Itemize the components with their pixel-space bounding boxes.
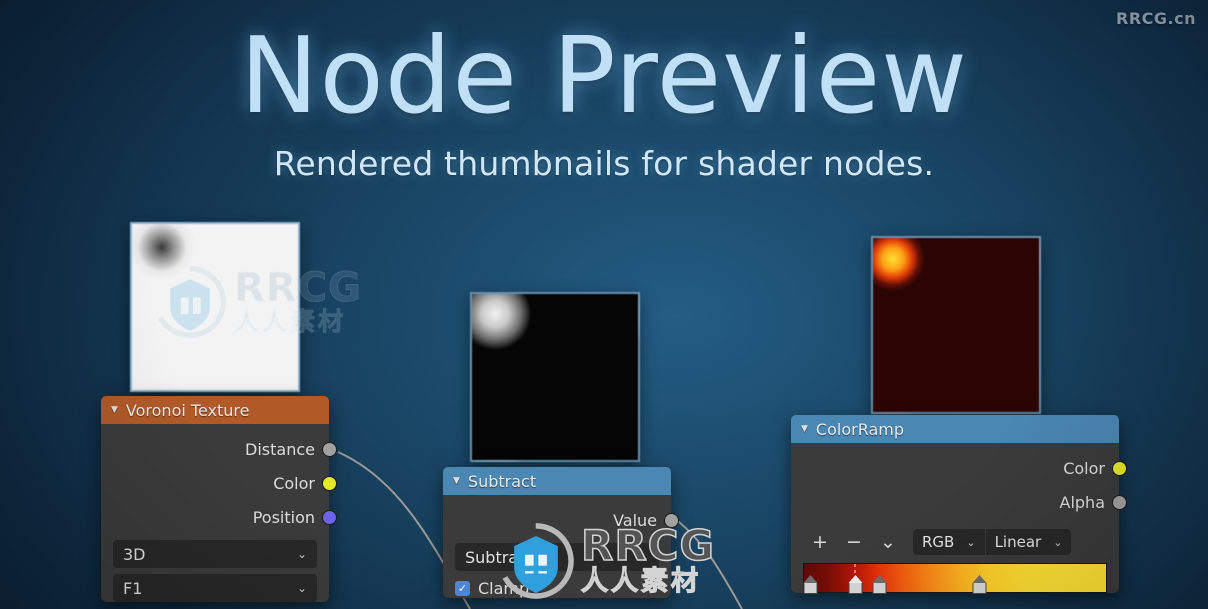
- output-row-position[interactable]: Position: [101, 500, 337, 534]
- colorramp-stop-handle[interactable]: [848, 575, 863, 594]
- output-label-distance: Distance: [245, 439, 315, 459]
- chevron-down-icon: ⌄: [296, 547, 307, 561]
- dropdown-operation-value: Subtract: [465, 547, 534, 567]
- colorramp-menu-button[interactable]: ⌄: [871, 529, 905, 555]
- socket-color-icon[interactable]: [322, 475, 337, 491]
- thumbnail-voronoi-texture: [130, 222, 300, 392]
- dropdown-feature-value: F1: [123, 578, 143, 598]
- output-label-position: Position: [252, 507, 315, 527]
- socket-alpha-icon[interactable]: [1112, 494, 1127, 510]
- chevron-down-icon: ⌄: [638, 550, 649, 564]
- thumbnail-subtract: [470, 292, 640, 462]
- node-header-voronoi[interactable]: ▼ Voronoi Texture: [101, 396, 329, 424]
- checkbox-clamp-icon[interactable]: ✓: [455, 581, 470, 596]
- node-title-colorramp: ColorRamp: [815, 419, 905, 439]
- output-label-value: Value: [613, 510, 657, 530]
- chevron-down-icon: ⌄: [296, 581, 307, 595]
- colorramp-stop-handle[interactable]: [803, 575, 818, 594]
- output-label-color: Color: [273, 473, 315, 493]
- watermark-corner: RRCG.cn: [1116, 9, 1196, 28]
- page-subtitle: Rendered thumbnails for shader nodes.: [273, 143, 935, 183]
- thumbnail-colorramp: [871, 236, 1041, 414]
- node-preview-promo-canvas: Node Preview Rendered thumbnails for sha…: [0, 0, 1208, 609]
- socket-position-icon[interactable]: [322, 509, 337, 525]
- dropdown-interpolation-value: Linear: [994, 533, 1042, 551]
- output-label-color: Color: [1063, 458, 1105, 478]
- dropdown-dimensions-value: 3D: [123, 544, 146, 564]
- node-body-subtract: Value Subtract ⌄ ✓ Clamp: [443, 495, 679, 598]
- output-row-color[interactable]: Color: [101, 466, 337, 500]
- triangle-down-icon[interactable]: ▼: [801, 424, 808, 434]
- output-label-alpha: Alpha: [1059, 492, 1106, 512]
- node-subtract[interactable]: ▼ Subtract Value Subtract ⌄ ✓ Clamp: [443, 467, 679, 598]
- triangle-down-icon[interactable]: ▼: [111, 405, 118, 415]
- output-row-distance[interactable]: Distance: [101, 432, 337, 466]
- dropdown-feature[interactable]: F1 ⌄: [113, 574, 317, 602]
- node-body-voronoi: Distance Color Position 3D ⌄ F1 ⌄: [101, 424, 337, 602]
- socket-value-icon[interactable]: [664, 512, 679, 528]
- link-value-to-colorramp: [677, 520, 743, 609]
- hero-title-block: Node Preview Rendered thumbnails for sha…: [0, 15, 1208, 183]
- dropdown-color-mode[interactable]: RGB ⌄: [913, 529, 985, 555]
- chevron-down-icon: ⌄: [1053, 535, 1063, 549]
- output-row-alpha[interactable]: Alpha: [791, 485, 1127, 519]
- node-title-subtract: Subtract: [467, 471, 537, 491]
- checkbox-clamp-label: Clamp: [478, 579, 530, 598]
- dropdown-dimensions[interactable]: 3D ⌄: [113, 540, 317, 568]
- page-title: Node Preview: [239, 15, 969, 137]
- node-header-subtract[interactable]: ▼ Subtract: [443, 467, 671, 495]
- dropdown-color-mode-value: RGB: [922, 533, 955, 551]
- colorramp-stop-handle[interactable]: [872, 575, 887, 594]
- checkbox-row-clamp[interactable]: ✓ Clamp: [455, 579, 659, 598]
- socket-distance-icon[interactable]: [322, 441, 337, 457]
- colorramp-gradient-strip[interactable]: [803, 563, 1107, 594]
- remove-stop-button[interactable]: −: [837, 529, 871, 555]
- node-header-colorramp[interactable]: ▼ ColorRamp: [791, 415, 1119, 443]
- node-voronoi-texture[interactable]: ▼ Voronoi Texture Distance Color Positio…: [101, 396, 337, 602]
- add-stop-button[interactable]: +: [803, 529, 837, 555]
- triangle-down-icon[interactable]: ▼: [453, 476, 460, 486]
- colorramp-stop-handle[interactable]: [972, 575, 987, 594]
- chevron-down-icon: ⌄: [966, 535, 976, 549]
- colorramp-toolbar: + − ⌄ RGB ⌄ Linear ⌄: [803, 529, 1107, 555]
- node-body-colorramp: Color Alpha + − ⌄ RGB ⌄ Linear ⌄: [791, 443, 1127, 594]
- node-title-voronoi: Voronoi Texture: [125, 400, 250, 420]
- node-colorramp[interactable]: ▼ ColorRamp Color Alpha + − ⌄ RGB ⌄ Line…: [791, 415, 1127, 594]
- output-row-color[interactable]: Color: [791, 451, 1127, 485]
- colorramp-select-group: RGB ⌄ Linear ⌄: [913, 529, 1072, 555]
- dropdown-operation[interactable]: Subtract ⌄: [455, 543, 659, 571]
- output-row-value[interactable]: Value: [443, 503, 679, 537]
- socket-color-icon[interactable]: [1112, 460, 1127, 476]
- dropdown-interpolation[interactable]: Linear ⌄: [984, 529, 1072, 555]
